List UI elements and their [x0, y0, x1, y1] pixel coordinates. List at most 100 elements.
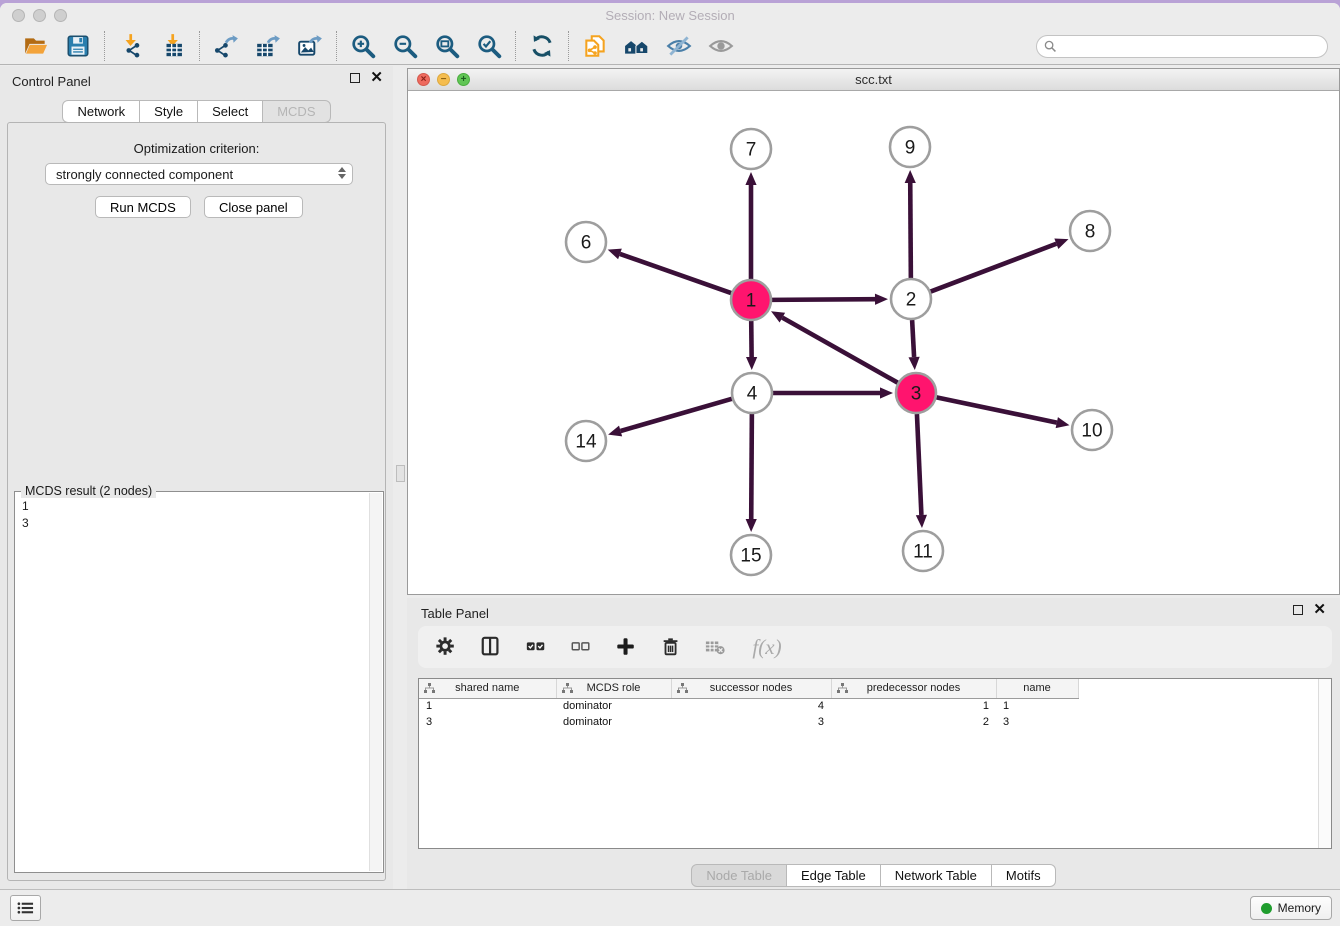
mcds-result-text[interactable]: 13 [22, 498, 369, 870]
edge-arrowhead-icon [1056, 417, 1070, 428]
open-session-icon[interactable] [22, 32, 50, 60]
column-header-name[interactable]: name [996, 679, 1078, 698]
edge-arrowhead-icon [746, 357, 757, 370]
network-zoom-button[interactable]: + [457, 73, 470, 86]
graph-edge[interactable] [782, 318, 897, 383]
tab-select[interactable]: Select [198, 100, 263, 123]
add-column-icon[interactable] [612, 633, 640, 661]
network-close-button[interactable]: × [417, 73, 430, 86]
graph-edge[interactable] [912, 320, 914, 357]
home-icon[interactable] [623, 32, 651, 60]
table-cell[interactable]: 3 [671, 714, 831, 730]
function-icon[interactable]: f(x) [747, 633, 787, 661]
table-cell[interactable]: 2 [831, 714, 996, 730]
memory-button[interactable]: Memory [1250, 896, 1332, 920]
graph-edge[interactable] [751, 414, 752, 519]
deselect-all-icon[interactable] [567, 633, 595, 661]
search-input[interactable] [1057, 36, 1327, 57]
table-cell[interactable]: 1 [419, 698, 556, 714]
graph-edge[interactable] [937, 397, 1057, 422]
app-window: Session: New Session Control [0, 3, 1340, 926]
tab-network[interactable]: Network [62, 100, 140, 123]
graph-edge[interactable] [931, 244, 1057, 292]
table-cell[interactable]: 1 [831, 698, 996, 714]
gear-icon[interactable] [432, 633, 460, 661]
edge-arrowhead-icon [875, 294, 888, 305]
close-panel-button[interactable]: Close panel [204, 196, 303, 218]
table-cell[interactable]: 3 [996, 714, 1078, 730]
graph-edge[interactable] [772, 299, 875, 300]
node-table[interactable]: shared name MCDS role successor nodes pr… [419, 679, 1079, 730]
tab-edge-table[interactable]: Edge Table [787, 864, 881, 887]
refresh-icon[interactable] [528, 32, 556, 60]
float-panel-icon[interactable] [350, 73, 360, 83]
maximize-window-button[interactable] [54, 9, 67, 22]
node-table-container: shared name MCDS role successor nodes pr… [418, 678, 1332, 849]
panel-list-button[interactable] [10, 895, 41, 921]
close-table-panel-icon[interactable]: ✕ [1313, 605, 1326, 615]
table-cell[interactable]: 4 [671, 698, 831, 714]
column-header-successor-nodes[interactable]: successor nodes [671, 679, 831, 698]
graph-node-label: 11 [913, 542, 933, 563]
export-image-icon[interactable] [296, 32, 324, 60]
optimization-select-value: strongly connected component [56, 167, 233, 182]
zoom-selected-icon[interactable] [475, 32, 503, 60]
clone-network-icon[interactable] [581, 32, 609, 60]
graph-edge[interactable] [621, 399, 732, 431]
table-row[interactable]: 3dominator323 [419, 714, 1078, 730]
window-traffic-lights[interactable] [12, 9, 67, 22]
optimization-select[interactable]: strongly connected component [45, 163, 353, 185]
table-panel-tabs: Node TableEdge TableNetwork TableMotifs [407, 864, 1340, 887]
column-header-predecessor-nodes[interactable]: predecessor nodes [831, 679, 996, 698]
import-network-icon[interactable] [117, 32, 145, 60]
table-row[interactable]: 1dominator411 [419, 698, 1078, 714]
graph-node-label: 9 [905, 138, 916, 159]
tab-node-table[interactable]: Node Table [691, 864, 787, 887]
tab-style[interactable]: Style [140, 100, 198, 123]
tab-network-table[interactable]: Network Table [881, 864, 992, 887]
edge-arrowhead-icon [916, 515, 927, 528]
vertical-split-handle[interactable] [396, 465, 405, 482]
zoom-out-icon[interactable] [391, 32, 419, 60]
edge-arrowhead-icon [1054, 239, 1068, 249]
result-scrollbar[interactable] [369, 493, 382, 871]
table-cell[interactable]: dominator [556, 698, 671, 714]
tab-mcds[interactable]: MCDS [263, 100, 330, 123]
table-cell[interactable]: 3 [419, 714, 556, 730]
delete-column-icon[interactable] [657, 633, 685, 661]
table-cell[interactable]: 1 [996, 698, 1078, 714]
zoom-fit-icon[interactable] [433, 32, 461, 60]
table-scrollbar[interactable] [1318, 679, 1331, 848]
column-header-shared-name[interactable]: shared name [419, 679, 556, 698]
hide-details-icon[interactable] [665, 32, 693, 60]
columns-icon[interactable] [477, 633, 505, 661]
graph-node-label: 1 [746, 291, 757, 312]
save-session-icon[interactable] [64, 32, 92, 60]
float-table-panel-icon[interactable] [1293, 605, 1303, 615]
export-network-icon[interactable] [212, 32, 240, 60]
search-box[interactable] [1036, 35, 1328, 58]
run-mcds-button[interactable]: Run MCDS [95, 196, 191, 218]
graph-edge[interactable] [910, 183, 911, 278]
export-table-icon[interactable] [254, 32, 282, 60]
import-table-icon[interactable] [159, 32, 187, 60]
table-panel: Table Panel ✕ f(x) shared name MCDS role… [407, 598, 1340, 891]
graph-node-label: 15 [740, 546, 761, 567]
graph-edge[interactable] [620, 254, 731, 293]
mcds-result-title: MCDS result (2 nodes) [21, 484, 156, 498]
close-panel-icon[interactable]: ✕ [370, 73, 383, 83]
optimization-criterion-label: Optimization criterion: [8, 141, 385, 156]
table-cell[interactable]: dominator [556, 714, 671, 730]
graph-edge[interactable] [917, 414, 921, 515]
zoom-in-icon[interactable] [349, 32, 377, 60]
show-details-icon[interactable] [707, 32, 735, 60]
close-window-button[interactable] [12, 9, 25, 22]
delete-table-icon[interactable] [702, 633, 730, 661]
network-canvas[interactable]: 7968124314101511 [408, 91, 1339, 594]
network-minimize-button[interactable]: − [437, 73, 450, 86]
select-all-icon[interactable] [522, 633, 550, 661]
tab-motifs[interactable]: Motifs [992, 864, 1056, 887]
mcds-result-box: MCDS result (2 nodes) 13 [14, 491, 384, 873]
minimize-window-button[interactable] [33, 9, 46, 22]
column-header-MCDS-role[interactable]: MCDS role [556, 679, 671, 698]
